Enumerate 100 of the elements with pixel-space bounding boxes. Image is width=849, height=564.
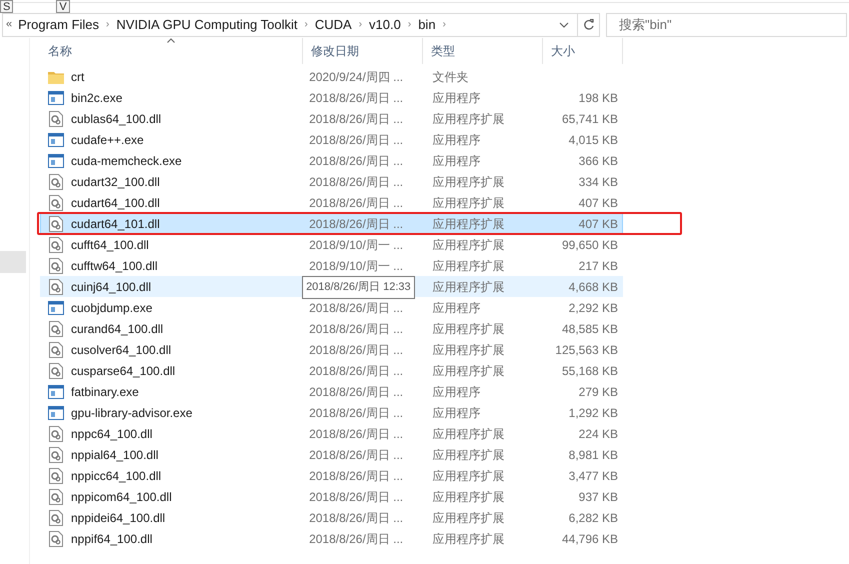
file-name: cuinj64_100.dll — [71, 278, 152, 296]
file-row[interactable]: cuinj64_100.dll 2018/8/26/周日 12:33 应用程序扩展 4,668 KB — [40, 276, 623, 297]
file-size: 937 KB — [578, 490, 618, 504]
modified-date: 2018/8/26/周日 ... — [309, 90, 404, 106]
file-type: 应用程序扩展 — [432, 468, 505, 482]
breadcrumb-separator[interactable]: › — [300, 17, 312, 32]
file-row[interactable]: cuobjdump.exe 2018/8/26/周日 ... 应用程序 2,292 KB — [40, 297, 623, 318]
file-row[interactable]: nppicom64_100.dll 2018/8/26/周日 ... 应用程序扩展 937 KB — [40, 486, 623, 507]
file-row[interactable]: cufft64_100.dll 2018/9/10/周一 ... 应用程序扩展 99,650 KB — [40, 234, 623, 255]
keytip: V — [56, 0, 70, 13]
file-type: 应用程序扩展 — [432, 322, 505, 336]
modified-date: 2018/8/26/周日 ... — [309, 362, 404, 380]
file-row[interactable]: gpu-library-advisor.exe 2018/8/26/周日 ... 应用程序 1,292 KB — [40, 402, 623, 423]
file-type: 应用程序扩展 — [432, 426, 505, 440]
file-size: 334 KB — [578, 174, 618, 188]
file-name: nppc64_100.dll — [71, 426, 152, 442]
file-row[interactable]: nppidei64_100.dll 2018/8/26/周日 ... 应用程序扩展 6,282 KB — [40, 507, 623, 528]
breadcrumb-item[interactable]: NVIDIA GPU Computing Toolkit — [113, 14, 301, 34]
file-row[interactable]: cusolver64_100.dll 2018/8/26/周日 ... 应用程序扩展 125,563 KB — [40, 339, 623, 360]
file-type: 应用程序扩展 — [432, 174, 505, 188]
column-header[interactable]: 大小 — [543, 38, 623, 64]
file-row[interactable]: cuda-memcheck.exe 2018/8/26/周日 ... 应用程序 366 KB — [40, 150, 623, 171]
gear-document-icon — [49, 362, 63, 378]
file-name: nppicc64_100.dll — [71, 468, 162, 484]
column-header[interactable]: 名称 — [40, 38, 303, 64]
breadcrumb-separator[interactable]: › — [438, 17, 450, 32]
breadcrumb-separator[interactable]: › — [404, 17, 416, 32]
file-row[interactable]: cudart64_100.dll 2018/8/26/周日 ... 应用程序扩展 407 KB — [40, 192, 623, 213]
gear-document-icon — [49, 174, 63, 190]
file-size: 4,668 KB — [568, 280, 618, 294]
breadcrumb-separator[interactable]: › — [354, 17, 366, 32]
dropdown-icon[interactable] — [559, 22, 569, 28]
file-row[interactable]: cusparse64_100.dll 2018/8/26/周日 ... 应用程序扩展 55,168 KB — [40, 360, 623, 381]
file-row[interactable]: nppc64_100.dll 2018/8/26/周日 ... 应用程序扩展 224 KB — [40, 423, 623, 444]
gear-document-icon — [49, 426, 63, 442]
gear-document-icon — [49, 236, 63, 252]
column-header[interactable]: 类型 — [423, 38, 543, 64]
gear-document-icon — [49, 488, 63, 504]
file-size: 99,650 KB — [562, 238, 618, 252]
modified-date: 2018/9/10/周一 ... — [309, 236, 404, 254]
file-row[interactable]: cufftw64_100.dll 2018/9/10/周一 ... 应用程序扩展 217 KB — [40, 255, 623, 276]
modified-date: 2018/8/26/周日 ... — [309, 468, 404, 484]
file-type: 应用程序扩展 — [432, 448, 505, 462]
modified-date: 2018/8/26/周日 ... — [309, 342, 404, 358]
file-row[interactable]: curand64_100.dll 2018/8/26/周日 ... 应用程序扩展 48,585 KB — [40, 318, 623, 339]
breadcrumb-item[interactable]: Program Files — [15, 14, 102, 34]
application-icon — [48, 384, 64, 398]
file-row[interactable]: fatbinary.exe 2018/8/26/周日 ... 应用程序 279 KB — [40, 381, 623, 402]
file-row[interactable]: cudart64_101.dll 2018/8/26/周日 ... 应用程序扩展 407 KB — [40, 213, 623, 234]
file-size: 44,796 KB — [562, 532, 618, 546]
file-size: 65,741 KB — [562, 112, 618, 126]
file-type: 文件夹 — [432, 70, 469, 84]
file-type: 应用程序扩展 — [432, 364, 505, 378]
application-icon — [48, 90, 64, 104]
breadcrumb-item[interactable]: bin — [415, 14, 439, 34]
gear-document-icon — [49, 216, 63, 232]
file-type: 应用程序扩展 — [432, 196, 505, 210]
modified-date: 2018/8/26/周日 ... — [309, 320, 404, 338]
file-row[interactable]: cudafe++.exe 2018/8/26/周日 ... 应用程序 4,015 KB — [40, 129, 623, 150]
breadcrumb-item[interactable]: v10.0 — [366, 14, 404, 34]
file-name: nppicom64_100.dll — [71, 488, 172, 506]
file-name: cuobjdump.exe — [71, 300, 152, 316]
file-size: 279 KB — [578, 384, 618, 398]
file-row[interactable]: crt 2020/9/24/周四 ... 文件夹 — [40, 66, 623, 87]
file-size: 6,282 KB — [568, 510, 618, 524]
gear-document-icon — [49, 194, 63, 210]
column-header[interactable]: 修改日期 — [303, 38, 423, 64]
file-row[interactable]: nppial64_100.dll 2018/8/26/周日 ... 应用程序扩展 8,981 KB — [40, 444, 623, 465]
file-size: 1,292 KB — [568, 406, 618, 420]
file-size: 217 KB — [578, 258, 618, 272]
breadcrumb-separator[interactable]: › — [102, 17, 114, 32]
file-name: gpu-library-advisor.exe — [71, 404, 192, 422]
file-row[interactable]: cublas64_100.dll 2018/8/26/周日 ... 应用程序扩展 65,741 KB — [40, 108, 623, 129]
file-size: 2,292 KB — [568, 300, 618, 314]
file-size: 198 KB — [578, 90, 618, 104]
file-type: 应用程序 — [432, 406, 481, 420]
modified-date: 2018/8/26/周日 ... — [309, 194, 404, 212]
overflow-chevron[interactable]: « — [3, 16, 16, 33]
modified-date: 2018/8/26/周日 ... — [309, 216, 404, 232]
file-name: nppif64_100.dll — [71, 530, 152, 548]
gear-document-icon — [49, 110, 63, 126]
file-name: cuda-memcheck.exe — [71, 152, 182, 170]
gear-document-icon — [49, 468, 63, 484]
file-size: 55,168 KB — [562, 364, 618, 378]
file-size: 407 KB — [578, 196, 618, 210]
address-bar[interactable]: « Program Files › NVIDIA GPU Computing Toolkit › CUDA › v10.0 › bin › — [2, 12, 600, 36]
file-type: 应用程序扩展 — [432, 280, 505, 294]
file-row[interactable]: bin2c.exe 2018/8/26/周日 ... 应用程序 198 KB — [40, 87, 623, 108]
modified-date: 2018/8/26/周日 ... — [309, 110, 404, 128]
file-type: 应用程序扩展 — [432, 216, 505, 230]
file-row[interactable]: nppif64_100.dll 2018/8/26/周日 ... 应用程序扩展 44,796 KB — [40, 528, 623, 549]
file-size: 366 KB — [578, 154, 618, 168]
search-field[interactable]: 搜索"bin" — [606, 12, 847, 36]
file-row[interactable]: nppicc64_100.dll 2018/8/26/周日 ... 应用程序扩展 3,477 KB — [40, 465, 623, 486]
file-row[interactable]: cudart32_100.dll 2018/8/26/周日 ... 应用程序扩展 334 KB — [40, 171, 623, 192]
modified-date: 2018/9/10/周一 ... — [309, 258, 404, 274]
application-icon — [48, 132, 64, 146]
breadcrumb-item[interactable]: CUDA — [312, 14, 355, 34]
file-size: 125,563 KB — [555, 342, 618, 356]
modified-date: 2018/8/26/周日 ... — [309, 404, 404, 422]
